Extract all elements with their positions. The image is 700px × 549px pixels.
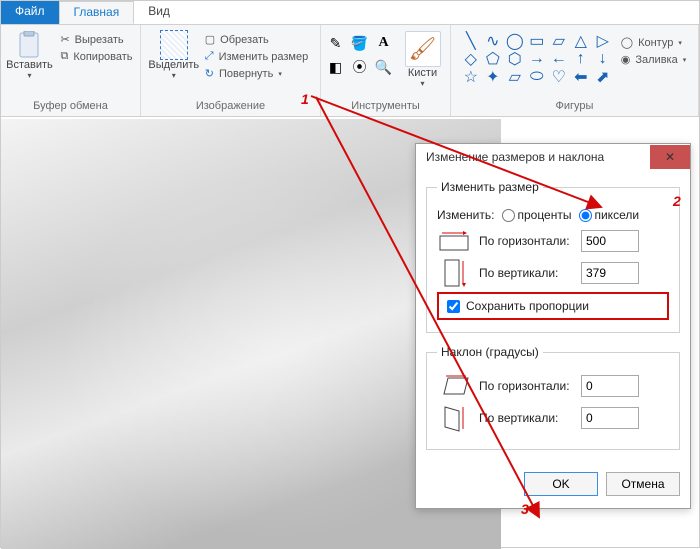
eraser-icon[interactable]: ◧ (326, 57, 346, 77)
tab-view[interactable]: Вид (134, 1, 184, 24)
outline-icon: ◯ (621, 36, 633, 49)
resize-legend: Изменить размер (437, 180, 543, 194)
fill-icon: ◉ (621, 53, 631, 66)
group-title-tools: Инструменты (329, 98, 442, 116)
skew-legend: Наклон (градусы) (437, 345, 543, 359)
dialog-title: Изменение размеров и наклона (426, 150, 604, 164)
radio-percent[interactable]: проценты (502, 208, 571, 222)
keep-ratio-highlight: Сохранить пропорции (437, 292, 669, 320)
crop-button[interactable]: ▢ Обрезать (203, 32, 310, 47)
chevron-down-icon: ▾ (420, 79, 424, 88)
crop-icon: ▢ (205, 33, 215, 46)
ribbon: Вставить ▾ ✂ Вырезать ⧉ Копировать Буфер… (1, 25, 699, 117)
group-title-shapes: Фигуры (459, 98, 690, 116)
close-icon: ✕ (665, 150, 675, 164)
shapes-gallery[interactable]: ╲∿◯▭▱△▷ ◇⬠⬡→←↑↓ ☆✦▱⬭♡⬅⬈ (461, 29, 613, 85)
vertical-label: По вертикали: (479, 266, 573, 280)
chevron-down-icon: ▾ (27, 71, 31, 80)
radio-pixels[interactable]: пиксели (579, 208, 639, 222)
group-title-image: Изображение (149, 98, 312, 116)
brush-icon: 🖌 (409, 36, 437, 62)
annotation-marker-1: 1 (301, 91, 309, 107)
ok-button[interactable]: OK (524, 472, 598, 496)
horizontal-input[interactable] (581, 230, 639, 252)
annotation-marker-3: 3 (521, 501, 529, 517)
resize-icon: ⤢ (205, 50, 214, 63)
outline-button[interactable]: ◯ Контур ▾ (619, 35, 688, 50)
chevron-down-icon: ▾ (172, 71, 176, 80)
scissors-icon: ✂ (60, 33, 69, 46)
tab-home[interactable]: Главная (59, 1, 135, 24)
skew-v-icon (437, 405, 471, 431)
keep-ratio-label: Сохранить пропорции (466, 299, 589, 313)
rotate-button[interactable]: ↻ Повернуть ▾ (203, 66, 310, 81)
skew-h-icon (437, 373, 471, 399)
skew-horizontal-label: По горизонтали: (479, 379, 573, 393)
resize-skew-dialog: Изменение размеров и наклона ✕ Изменить … (415, 143, 691, 509)
skew-fieldset: Наклон (градусы) По горизонтали: По верт… (426, 345, 680, 450)
menu-tabs: Файл Главная Вид (1, 1, 699, 25)
keep-ratio-checkbox[interactable] (447, 300, 460, 313)
copy-button[interactable]: ⧉ Копировать (58, 49, 134, 64)
tool-grid: ✎ 🪣 A ◧ ⦿ 🔍 (326, 29, 394, 77)
horizontal-label: По горизонтали: (479, 234, 573, 248)
brushes-button[interactable]: 🖌 Кисти ▾ (400, 29, 446, 88)
clipboard-icon (15, 31, 43, 59)
chevron-down-icon: ▾ (278, 70, 282, 78)
pencil-icon[interactable]: ✎ (326, 33, 346, 53)
fill-button[interactable]: ◉ Заливка ▾ (619, 52, 688, 67)
copy-icon: ⧉ (60, 50, 68, 63)
eyedropper-icon[interactable]: ⦿ (350, 57, 370, 77)
cancel-button[interactable]: Отмена (606, 472, 680, 496)
bucket-icon[interactable]: 🪣 (350, 33, 370, 53)
skew-horizontal-input[interactable] (581, 375, 639, 397)
resize-fieldset: Изменить размер Изменить: проценты пиксе… (426, 180, 680, 333)
chevron-down-icon: ▾ (678, 39, 682, 47)
skew-vertical-label: По вертикали: (479, 411, 573, 425)
select-button[interactable]: Выделить ▾ (151, 29, 197, 80)
tab-file[interactable]: Файл (1, 1, 59, 24)
close-button[interactable]: ✕ (650, 145, 690, 169)
magnifier-icon[interactable]: 🔍 (374, 57, 394, 77)
skew-vertical-input[interactable] (581, 407, 639, 429)
chevron-down-icon: ▾ (683, 56, 687, 64)
change-by-label: Изменить: (437, 208, 494, 222)
horizontal-icon (437, 228, 471, 254)
vertical-icon (437, 260, 471, 286)
annotation-marker-2: 2 (673, 193, 681, 209)
cut-button[interactable]: ✂ Вырезать (58, 32, 134, 47)
text-icon[interactable]: A (374, 33, 394, 53)
paste-button[interactable]: Вставить ▾ (6, 29, 52, 80)
select-rect-icon (160, 30, 188, 60)
vertical-input[interactable] (581, 262, 639, 284)
group-title-clipboard: Буфер обмена (9, 98, 132, 116)
resize-button[interactable]: ⤢ Изменить размер (203, 49, 310, 64)
rotate-icon: ↻ (205, 67, 214, 80)
